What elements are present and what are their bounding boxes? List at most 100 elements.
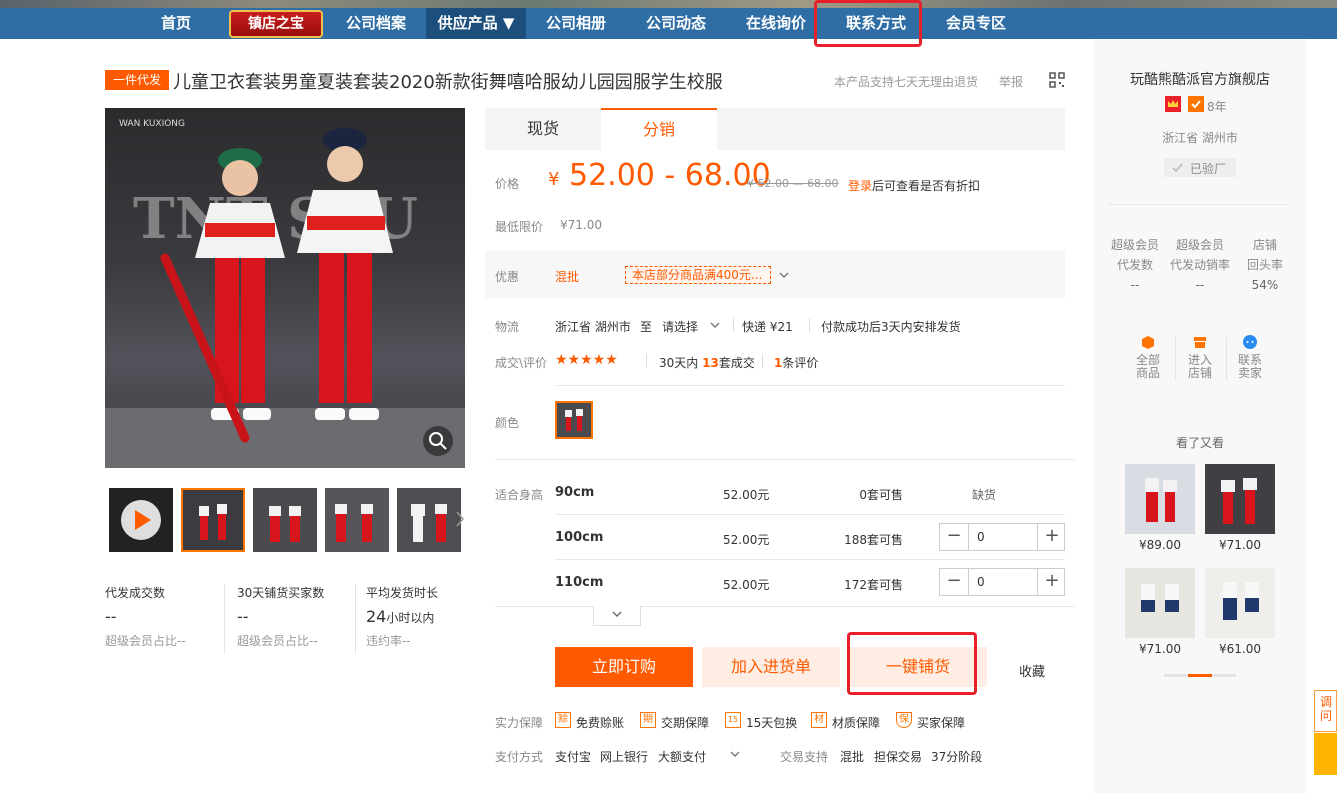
carousel-indicator-active[interactable] [1188,674,1212,677]
trade-item: 37分阶段 [931,750,983,764]
guarantee-item[interactable]: 免费赊账 [576,714,624,731]
stat-sub: 违约率-- [366,634,411,648]
purchase-tabs: 现货 分销 [485,108,1065,150]
thumbnail-next-icon[interactable] [455,510,465,528]
nav-shop-treasure-badge[interactable]: 镇店之宝 [229,10,323,38]
stat-value: -- [105,607,117,626]
also-viewed-price: ¥71.00 [1139,642,1181,656]
report-link[interactable]: 举报 [999,73,1023,90]
floating-ad[interactable]: 调问 [1314,690,1337,793]
stat-label: 30天铺货买家数 [237,586,325,600]
guarantee-item[interactable]: 15天包换 [746,714,797,731]
size-name: 100cm [555,530,604,545]
express-fee: 快递 ¥21 [742,320,793,334]
trade-item: 混批 [840,750,865,764]
also-viewed-item-2[interactable] [1205,464,1275,534]
zoom-icon[interactable] [427,430,449,452]
guarantee-item[interactable]: 交期保障 [661,714,709,731]
trade-support-label: 交易支持 [780,750,829,764]
also-viewed-item-4[interactable] [1205,568,1275,638]
guarantee-item[interactable]: 买家保障 [917,714,965,731]
guarantee-label: 实力保障 [495,716,544,730]
dropship-tag: 一件代发 [105,70,169,90]
product-title: 儿童卫衣套装男童夏装套装2020新款街舞嘻哈服幼儿园园服学生校服 [173,72,723,93]
all-products-link[interactable]: 全部 商品 [1126,334,1170,380]
min-price-value: ¥71.00 [560,218,602,232]
delivery-icon: 期 [640,712,656,728]
buy-now-button[interactable]: 立即订购 [555,647,693,687]
metric-super-dropship: 超级会员 代发数 -- [1110,238,1159,292]
size-name: 110cm [555,575,604,590]
stat-buyer-count: 30天铺货买家数 -- 超级会员占比-- [237,584,347,658]
also-viewed-price: ¥89.00 [1139,538,1181,552]
contact-seller-link[interactable]: 联系 卖家 [1228,334,1272,380]
quantity-input[interactable]: 0 [968,569,1038,595]
favorite-button[interactable]: 收藏 [1019,661,1045,680]
also-viewed-item-3[interactable] [1125,568,1195,638]
verified-badge: 已验厂 [1164,158,1236,177]
nav-home[interactable]: 首页 [140,8,212,39]
enter-shop-link[interactable]: 进入 店铺 [1178,334,1222,380]
quantity-stepper: − 0 + [939,523,1065,551]
thumbnail-3[interactable] [325,488,389,552]
size-stock: 0套可售 [859,488,903,502]
shop-years: 8年 [1207,100,1227,114]
qr-code-icon[interactable] [1049,72,1065,88]
nav-members[interactable]: 会员专区 [936,8,1016,39]
plus-button[interactable]: + [1038,524,1066,550]
destination-chevron-down-icon[interactable] [709,319,721,331]
logistics-destination-select[interactable]: 请选择 [662,318,698,335]
also-viewed-item-1[interactable] [1125,464,1195,534]
thumbnail-video[interactable] [109,488,173,552]
stat-sub: 超级会员占比-- [237,634,318,648]
price-label: 价格 [495,177,520,191]
min-price-label: 最低限价 [495,220,544,234]
chat-icon [1243,335,1257,349]
thumbnail-4[interactable] [397,488,461,552]
credit-icon: 赊 [555,712,571,728]
quantity-stepper: − 0 + [939,568,1065,596]
image-brand-text: WAN KUXIONG [119,119,185,129]
exchange-icon: 15 [725,712,741,728]
guarantee-item[interactable]: 材质保障 [832,714,880,731]
divider [646,354,647,368]
also-viewed-price: ¥61.00 [1219,642,1261,656]
product-main-image[interactable]: WAN KUXIONG TNT STU [105,108,465,468]
minus-button[interactable]: − [940,524,968,550]
promo-text[interactable]: 本店部分商品满400元... [625,266,771,284]
float-ad-icon [1314,733,1337,775]
nav-inquiry[interactable]: 在线询价 [736,8,816,39]
stat-value: -- [237,607,249,626]
shield-icon: 保 [896,712,912,728]
thumbnail-1[interactable] [181,488,245,552]
promo-label: 优惠 [495,270,520,284]
metric-super-sell-rate: 超级会员 代发动销率 -- [1169,238,1230,292]
stat-divider [355,584,356,654]
thumbnail-2[interactable] [253,488,317,552]
expand-sizes-button[interactable] [593,606,641,626]
login-link[interactable]: 登录 [848,179,872,193]
box-icon [1142,336,1154,349]
tab-distribution[interactable]: 分销 [601,108,717,150]
nav-products[interactable]: 供应产品 ▼ [426,8,526,39]
payment-label: 支付方式 [495,750,544,764]
nav-news[interactable]: 公司动态 [636,8,716,39]
nav-company-profile[interactable]: 公司档案 [336,8,416,39]
payment-item: 支付宝 [555,750,592,764]
plus-button[interactable]: + [1038,569,1066,595]
tab-in-stock[interactable]: 现货 [485,108,601,150]
divider [733,318,734,332]
stat-label: 平均发货时长 [366,586,439,600]
shop-name[interactable]: 玩酷熊酷派官方旗舰店 [1094,69,1306,89]
login-discount-tip: 登录后可查看是否有折扣 [848,179,981,193]
quantity-input[interactable]: 0 [968,524,1038,550]
minus-button[interactable]: − [940,569,968,595]
nav-album[interactable]: 公司相册 [536,8,616,39]
color-option-1[interactable] [555,401,593,439]
review-count[interactable]: 1条评价 [774,354,818,371]
ship-time: 付款成功后3天内安排发货 [821,320,961,334]
payment-chevron-down-icon[interactable] [729,748,741,760]
add-to-cart-button[interactable]: 加入进货单 [702,647,840,687]
promo-expand-icon[interactable] [778,269,790,281]
material-icon: 材 [811,712,827,728]
